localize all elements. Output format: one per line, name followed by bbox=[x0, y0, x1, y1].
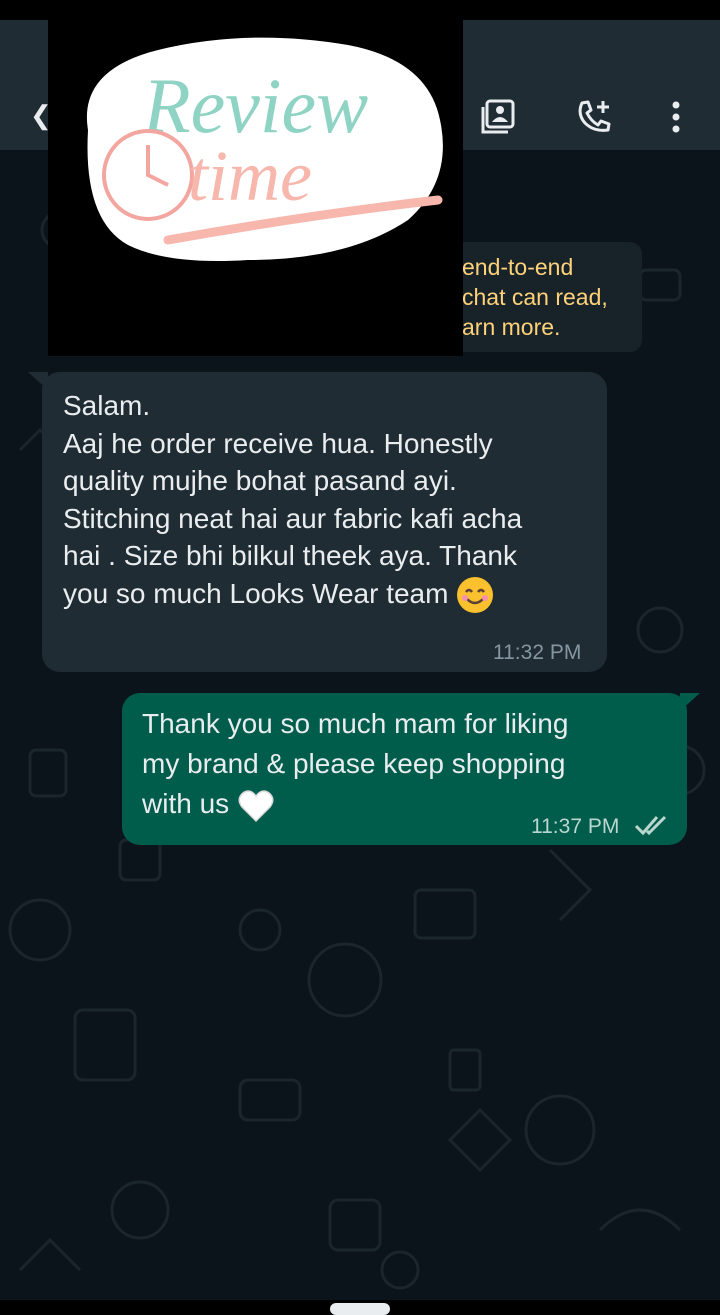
back-arrow-icon[interactable]: ❮ bbox=[30, 100, 52, 130]
incoming-message-body: Salam. Aaj he order receive hua. Honestl… bbox=[63, 390, 523, 609]
sticker-line2: time bbox=[188, 136, 312, 216]
incoming-message-time: 11:32 PM bbox=[493, 641, 582, 664]
add-call-icon[interactable] bbox=[570, 94, 618, 140]
incoming-message-text: Salam. Aaj he order receive hua. Honestl… bbox=[63, 387, 593, 614]
read-receipt-icon bbox=[634, 815, 667, 836]
outgoing-message-time: 11:37 PM bbox=[531, 815, 620, 838]
outgoing-message-body: Thank you so much mam for liking my bran… bbox=[142, 708, 569, 819]
more-vert-icon[interactable] bbox=[652, 94, 700, 140]
outgoing-message-text: Thank you so much mam for liking my bran… bbox=[142, 704, 662, 825]
review-time-sticker: Review time bbox=[48, 20, 463, 356]
status-bar bbox=[0, 0, 720, 20]
smiling-face-icon bbox=[457, 577, 494, 614]
encryption-notice-text: end-to-end chat can read, arn more. bbox=[462, 254, 608, 340]
chat-screen: ❮ Review time end-to-end chat can read, … bbox=[0, 0, 720, 1315]
white-heart-icon bbox=[238, 789, 274, 822]
home-indicator[interactable] bbox=[330, 1303, 390, 1315]
contact-card-icon[interactable] bbox=[474, 94, 522, 140]
